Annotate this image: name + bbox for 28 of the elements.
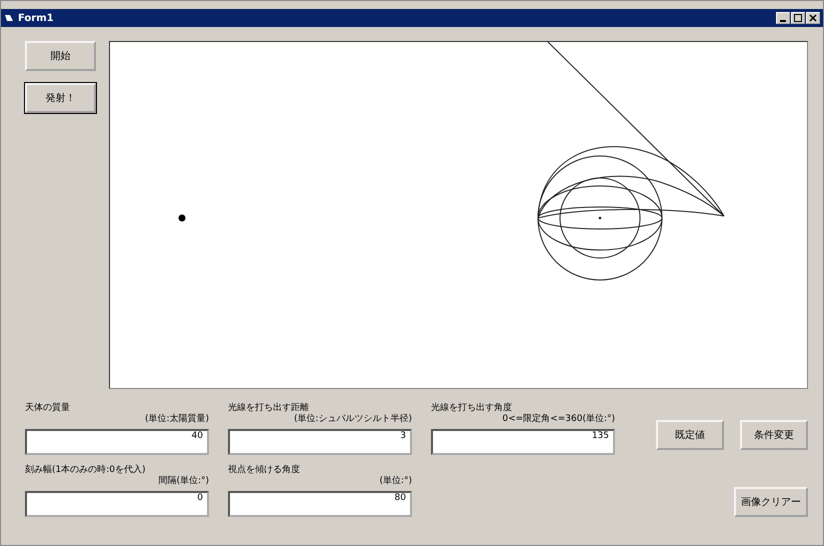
input-field[interactable]: 0: [25, 491, 209, 517]
unit-label: (単位:シュバルツシルト半径): [294, 414, 412, 425]
command-button[interactable]: 発射！: [25, 83, 96, 113]
field-label: 光線を打ち出す距離: [228, 403, 310, 414]
window-title: Form1: [18, 12, 55, 24]
minimize-button[interactable]: [776, 12, 790, 24]
input-field[interactable]: 3: [228, 429, 412, 455]
maximize-icon: [794, 14, 802, 22]
input-field[interactable]: 135: [431, 429, 615, 455]
command-button[interactable]: 既定値: [656, 420, 724, 450]
unit-label: 0<=限定角<=360(単位:°): [502, 414, 615, 425]
close-button[interactable]: [806, 12, 820, 24]
input-field[interactable]: 80: [228, 491, 412, 517]
mass-point-dot: [178, 214, 186, 222]
window-icon: [4, 13, 14, 23]
unit-label: 間隔(単位:°): [158, 476, 209, 487]
command-button[interactable]: 条件変更: [740, 420, 808, 450]
field-label: 光線を打ち出す角度: [431, 403, 513, 414]
maximize-button[interactable]: [791, 12, 805, 24]
input-field[interactable]: 40: [25, 429, 209, 455]
clear-button[interactable]: 画像クリアー: [734, 487, 808, 517]
field-label: 天体の質量: [25, 403, 71, 414]
unit-label: (単位:°): [379, 476, 412, 487]
field-label: 視点を傾ける角度: [228, 465, 301, 476]
close-icon: [809, 14, 817, 22]
field-label: 刻み幅(1本のみの時:0を代入): [25, 465, 147, 476]
command-button[interactable]: 開始: [25, 41, 96, 71]
unit-label: (単位:太陽質量): [144, 414, 209, 425]
